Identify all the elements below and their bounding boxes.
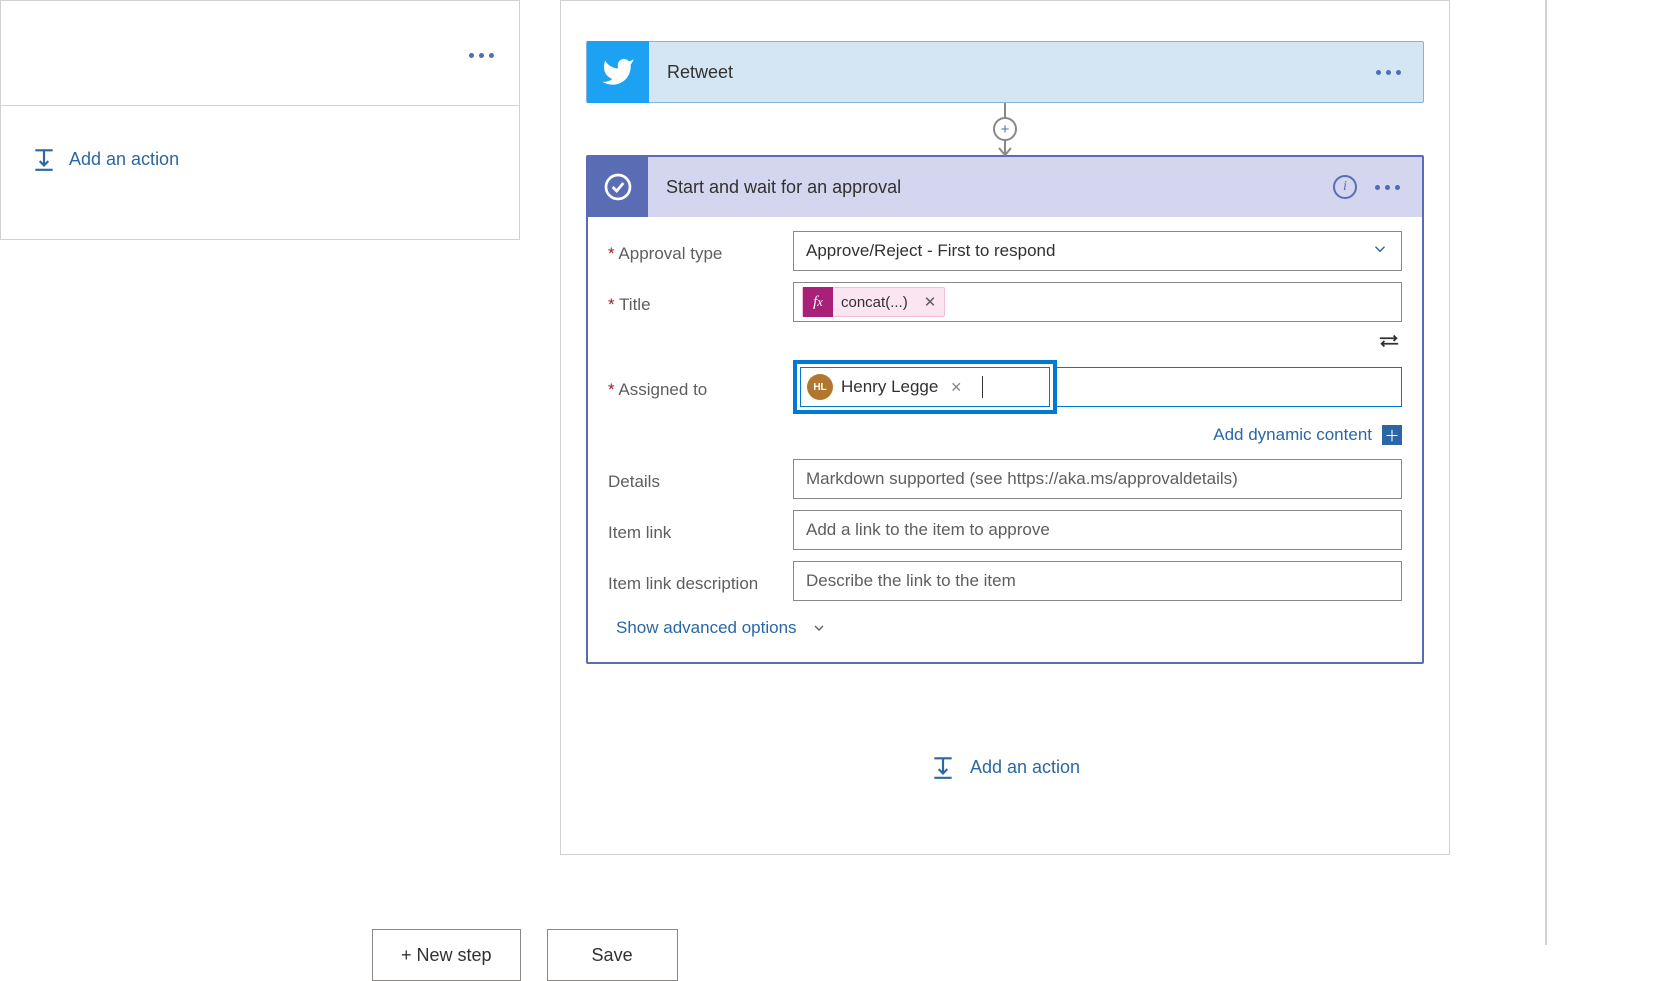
approval-action-card: Start and wait for an approval i Approva… [586,155,1424,664]
right-panel-divider [1545,0,1547,945]
field-assigned-to: Assigned to HL Henry Legge ✕ [608,360,1402,414]
expression-token[interactable]: fx concat(...) ✕ [802,287,945,317]
approval-title: Start and wait for an approval [648,177,1333,198]
approval-type-value: Approve/Reject - First to respond [806,241,1055,261]
item-link-desc-input[interactable] [793,561,1402,601]
remove-person-icon[interactable]: ✕ [946,379,966,396]
insert-step-button[interactable]: + [993,117,1017,141]
save-button[interactable]: Save [547,929,678,981]
main-branch-container: Retweet + Start and wait for an approval… [560,0,1450,855]
chevron-down-icon [1371,240,1389,263]
approval-card-body: Approval type Approve/Reject - First to … [588,217,1422,662]
add-dynamic-content-button[interactable]: Add dynamic content ＋ [608,425,1402,445]
add-action-button[interactable]: Add an action [586,754,1424,780]
approval-type-label: Approval type [608,238,793,264]
more-icon[interactable] [469,53,494,58]
assigned-to-input-extension[interactable] [1057,367,1402,407]
field-item-link-description: Item link description [608,561,1402,601]
field-title: Title fx concat(...) ✕ [608,282,1402,322]
assigned-to-label: Assigned to [608,374,793,400]
add-dynamic-content-label: Add dynamic content [1213,425,1372,445]
retweet-title: Retweet [649,62,1376,83]
remove-token-icon[interactable]: ✕ [916,293,945,311]
item-link-label: Item link [608,517,793,543]
approval-card-header[interactable]: Start and wait for an approval i [588,157,1422,217]
show-advanced-label: Show advanced options [616,618,797,638]
left-branch-card: Add an action [0,0,520,240]
chevron-down-icon [811,620,827,636]
item-link-input[interactable] [793,510,1402,550]
assigned-to-highlight: HL Henry Legge ✕ [793,360,1057,414]
add-action-icon [31,146,57,172]
field-approval-type: Approval type Approve/Reject - First to … [608,231,1402,271]
avatar: HL [807,374,833,400]
details-input[interactable] [793,459,1402,499]
add-action-label: Add an action [69,149,179,170]
show-advanced-options-button[interactable]: Show advanced options [608,612,835,644]
expression-token-label: concat(...) [833,294,916,311]
approval-icon [588,157,648,217]
save-label: Save [592,945,633,966]
person-name: Henry Legge [841,377,938,397]
swap-mode-button[interactable] [608,333,1402,354]
fx-icon: fx [803,287,833,317]
more-icon[interactable] [1375,185,1400,190]
add-action-button[interactable]: Add an action [1,106,519,172]
add-action-icon [930,754,956,780]
more-icon[interactable] [1376,70,1401,75]
details-label: Details [608,466,793,492]
add-action-label: Add an action [970,757,1080,778]
title-label: Title [608,289,793,315]
left-card-header [1,1,519,106]
text-caret [982,376,983,398]
flow-connector: + [586,103,1424,155]
twitter-icon [587,41,649,103]
plus-icon: ＋ [1382,425,1402,445]
title-input[interactable]: fx concat(...) ✕ [793,282,1402,322]
field-item-link: Item link [608,510,1402,550]
info-icon[interactable]: i [1333,175,1357,199]
retweet-action-card[interactable]: Retweet [586,41,1424,103]
field-details: Details [608,459,1402,499]
new-step-label: + New step [401,945,492,966]
person-chip[interactable]: HL Henry Legge ✕ [807,372,966,402]
new-step-button[interactable]: + New step [372,929,521,981]
item-link-desc-label: Item link description [608,568,793,594]
arrow-down-icon [998,147,1012,157]
assigned-to-input[interactable]: HL Henry Legge ✕ [800,367,1050,407]
approval-type-select[interactable]: Approve/Reject - First to respond [793,231,1402,271]
